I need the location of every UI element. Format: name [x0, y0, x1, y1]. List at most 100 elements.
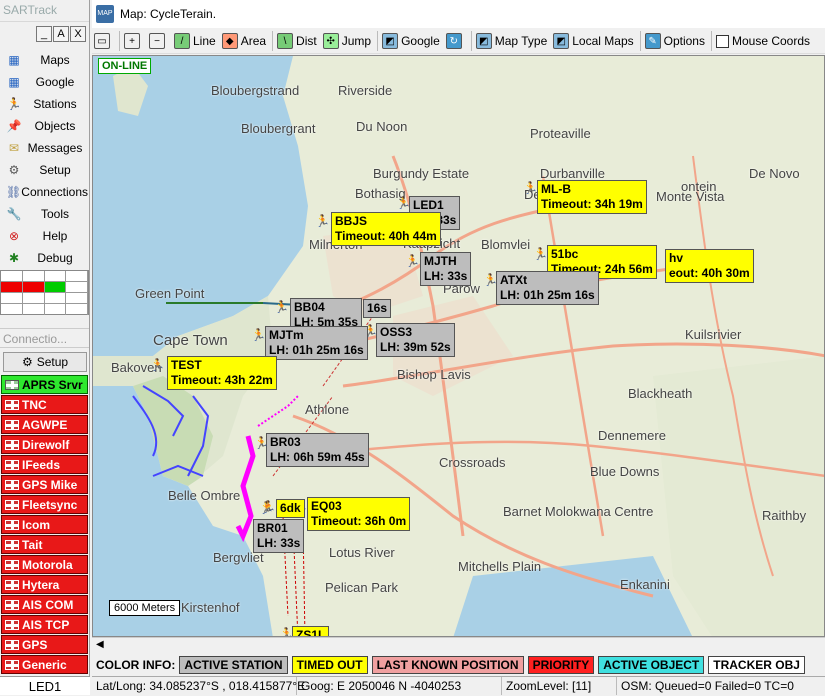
sidebar-item-help[interactable]: ⊗ Help — [2, 225, 88, 246]
pin-icon: 📌 — [6, 118, 22, 133]
area-button[interactable]: ◆ Area — [220, 30, 270, 52]
sidebar-item-tools[interactable]: 🔧 Tools — [2, 203, 88, 224]
line-button[interactable]: / Line — [172, 30, 220, 52]
local-maps-button[interactable]: ◩ Local Maps — [551, 30, 637, 52]
sidebar-item-google[interactable]: ▦ Google — [2, 71, 88, 92]
station-label[interactable]: EQ03 Timeout: 36h 0m — [307, 497, 411, 531]
connection-tait-button[interactable]: Tait — [1, 535, 88, 554]
flag-icon — [5, 479, 19, 490]
runner-icon[interactable]: 🏃 — [254, 436, 269, 450]
runner-icon[interactable]: 🏃 — [396, 196, 411, 210]
station-label[interactable]: hv eout: 40h 30m — [665, 249, 754, 283]
sidebar-item-objects[interactable]: 📌 Objects — [2, 115, 88, 136]
color-info-item: TIMED OUT — [291, 656, 368, 674]
station-name: OSS3 — [380, 325, 413, 339]
network-icon: ⛓ — [6, 184, 22, 199]
map-view[interactable]: ON-LINE Bloubergstrand Riverside Du Noon… — [92, 55, 825, 637]
zoom-in-button[interactable]: + — [122, 30, 147, 52]
windows-button[interactable]: ▭ — [92, 30, 117, 52]
zoom-out-icon: − — [149, 33, 165, 49]
connection-ais-com-button[interactable]: AIS COM — [1, 595, 88, 614]
local-maps-label: Local Maps — [572, 34, 634, 48]
map-scrollbar[interactable]: ◀ — [92, 637, 825, 653]
runner-icon[interactable]: 🏃 — [279, 627, 294, 636]
connections-setup-button[interactable]: ⚙ Setup — [3, 352, 87, 372]
google-map-icon: ◩ — [382, 33, 399, 49]
runner-icon[interactable]: 🏃 — [533, 247, 548, 261]
line-icon: / — [174, 33, 190, 49]
sidebar-item-stations[interactable]: 🏃 Stations — [2, 93, 88, 114]
runner-icon[interactable]: 🏃 — [259, 501, 274, 515]
sidebar-item-maps[interactable]: ▦ Maps — [2, 49, 88, 70]
station-label[interactable]: MJTm LH: 01h 25m 16s — [265, 326, 368, 360]
sidebar-item-label: Help — [42, 228, 68, 243]
station-name: BR01 — [257, 521, 288, 535]
sidebar-item-connections[interactable]: ⛓ Connections — [2, 181, 88, 202]
zoom-in-icon: + — [124, 33, 140, 49]
connection-generic-button[interactable]: Generic — [1, 655, 88, 674]
runner-icon[interactable]: 🏃 — [483, 273, 498, 287]
runner-icon[interactable]: 🏃 — [274, 300, 289, 314]
connection-gps-mike-button[interactable]: GPS Mike — [1, 475, 88, 494]
color-info-title: COLOR INFO: — [96, 658, 176, 672]
connection-ais-tcp-button[interactable]: AIS TCP — [1, 615, 88, 634]
connection-motorola-button[interactable]: Motorola — [1, 555, 88, 574]
connection-agwpe-button[interactable]: AGWPE — [1, 415, 88, 434]
station-name: BBJS — [335, 214, 368, 228]
connection-icom-button[interactable]: Icom — [1, 515, 88, 534]
google-button[interactable]: ◩ Google — [380, 30, 444, 52]
connection-tnc-button[interactable]: TNC — [1, 395, 88, 414]
osm-status-readout: OSM: Queued=0 Failed=0 TC=0 — [621, 679, 794, 693]
sidebar-item-debug[interactable]: ✱ Debug — [2, 247, 88, 268]
station-label[interactable]: TEST Timeout: 43h 22m — [167, 356, 277, 390]
flag-icon — [5, 539, 19, 550]
zoom-out-button[interactable]: − — [147, 30, 172, 52]
place-label: De Novo — [749, 166, 800, 181]
sidebar-item-messages[interactable]: ✉ Messages — [2, 137, 88, 158]
station-label[interactable]: BBJS Timeout: 40h 44m — [331, 212, 441, 246]
options-button[interactable]: ✎ Options — [643, 30, 709, 52]
station-label[interactable]: ZS1L — [292, 626, 330, 636]
connection-hytera-button[interactable]: Hytera — [1, 575, 88, 594]
dist-button[interactable]: \ Dist — [275, 30, 321, 52]
flag-icon — [5, 419, 19, 430]
mouse-coords-checkbox[interactable]: Mouse Coords — [714, 30, 814, 52]
close-button[interactable]: X — [70, 26, 86, 42]
flag-icon — [5, 599, 19, 610]
station-label[interactable]: BR01 LH: 33s — [253, 519, 305, 553]
runner-icon[interactable]: 🏃 — [251, 328, 266, 342]
station-label[interactable]: BR03 LH: 06h 59m 45s — [266, 433, 369, 467]
station-label[interactable]: ATXt LH: 01h 25m 16s — [496, 271, 599, 305]
map-type-button[interactable]: ◩ Map Type — [474, 30, 551, 52]
connection-direwolf-button[interactable]: Direwolf — [1, 435, 88, 454]
scroll-left-icon[interactable]: ◀ — [96, 639, 104, 650]
scale-bar: 6000 Meters — [109, 600, 181, 616]
runner-icon[interactable]: 🏃 — [405, 254, 420, 268]
connection-fleetsync-button[interactable]: Fleetsync — [1, 495, 88, 514]
station-label[interactable]: ML-B Timeout: 34h 19m — [537, 180, 647, 214]
sidebar-item-label: Tools — [40, 206, 69, 221]
runner-icon[interactable]: 🏃 — [315, 214, 330, 228]
area-label: Area — [240, 34, 267, 48]
connections-header: Connectio... — [0, 328, 89, 348]
runner-icon[interactable]: 🏃 — [523, 181, 538, 195]
station-label[interactable]: OSS3 LH: 39m 52s — [376, 323, 455, 357]
station-label[interactable]: 6dk — [276, 499, 305, 518]
station-label[interactable]: MJTH LH: 33s — [420, 252, 472, 286]
sidebar-item-setup[interactable]: ⚙ Setup — [2, 159, 88, 180]
connection-aprs-srvr-button[interactable]: APRS Srvr — [1, 375, 88, 394]
station-status: Timeout: 43h 22m — [171, 373, 273, 387]
area-icon: ◆ — [221, 33, 238, 49]
jump-button[interactable]: ✣ Jump — [321, 30, 375, 52]
station-label[interactable]: 16s — [363, 299, 392, 318]
color-info-bar: COLOR INFO: ACTIVE STATION TIMED OUT LAST … — [92, 654, 825, 676]
windows-icon: ▭ — [94, 33, 110, 49]
connection-gps-button[interactable]: GPS — [1, 635, 88, 654]
connection-ifeeds-button[interactable]: IFeeds — [1, 455, 88, 474]
minimize-button[interactable]: _ — [36, 26, 52, 42]
flag-icon — [5, 659, 19, 670]
font-button[interactable]: A — [53, 26, 69, 42]
status-bar: Lat/Long: 34.085237°S , 018.415877°E Goo… — [92, 676, 825, 695]
runner-icon[interactable]: 🏃 — [150, 358, 165, 372]
refresh-button[interactable]: ↻ — [444, 30, 469, 52]
